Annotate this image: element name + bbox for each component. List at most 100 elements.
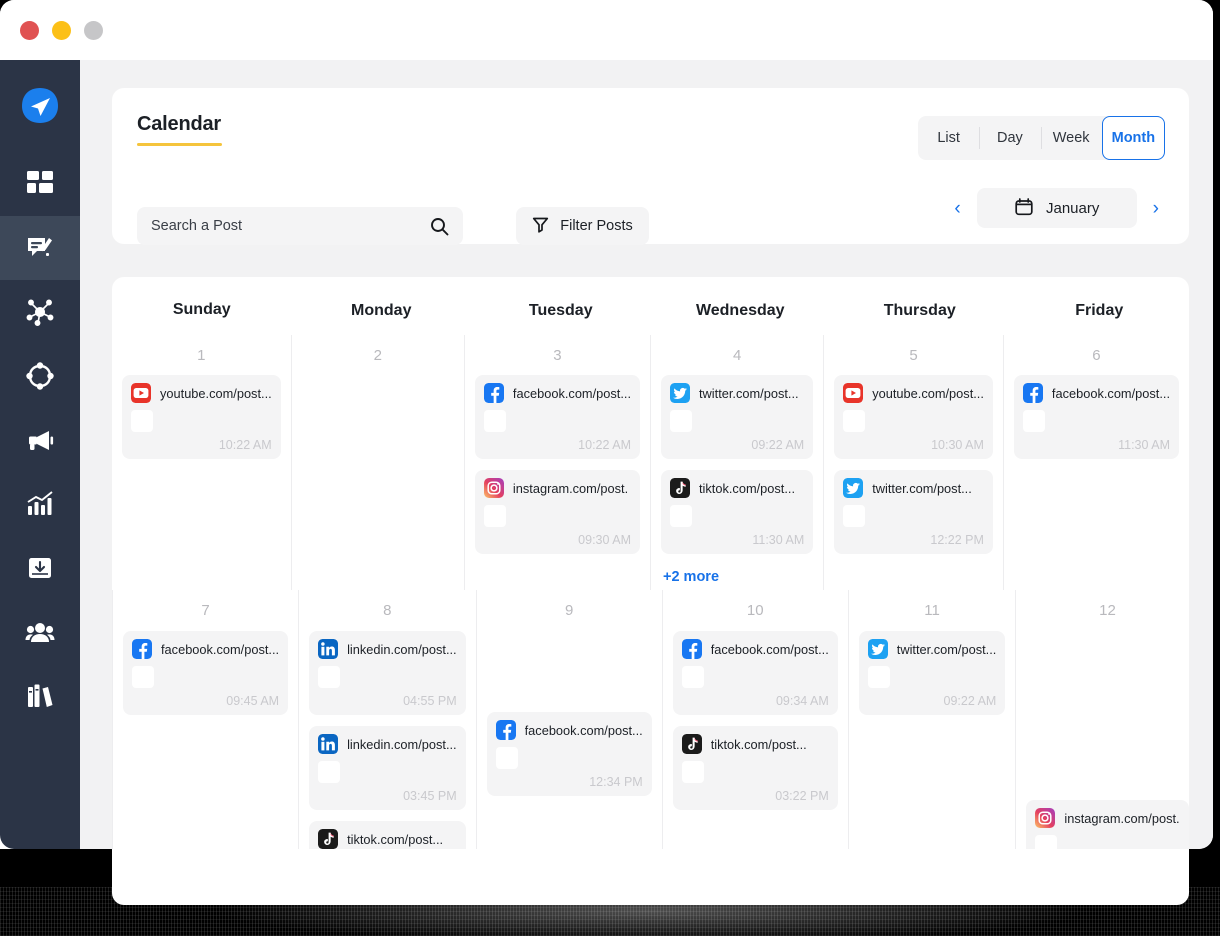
post-thumbnail: [1023, 410, 1045, 432]
minimize-window-button[interactable]: [52, 21, 71, 40]
linkedin-icon: [318, 639, 338, 659]
post-card[interactable]: facebook.com/post...09:45 AM: [123, 631, 288, 715]
sidebar-item-library[interactable]: [0, 664, 80, 728]
post-card-body: [132, 666, 279, 688]
sidebar-item-posts[interactable]: [0, 216, 80, 280]
filter-funnel-icon: [532, 216, 549, 236]
post-url: youtube.com/post...: [160, 386, 272, 401]
show-more-posts-link[interactable]: +2 more: [661, 565, 719, 585]
day-number: 6: [1014, 335, 1179, 375]
maximize-window-button[interactable]: [84, 21, 103, 40]
calendar-day-cell[interactable]: 11twitter.com/post...09:22 AM: [848, 590, 1016, 849]
post-card[interactable]: instagram.com/post.09:30 AM: [1026, 800, 1188, 849]
post-card-body: [682, 666, 829, 688]
post-thumbnail: [1035, 835, 1057, 849]
post-card-header: tiktok.com/post...: [682, 734, 829, 754]
post-text-placeholder: [515, 410, 631, 432]
post-time: 03:22 PM: [682, 789, 829, 803]
post-card[interactable]: linkedin.com/post...04:55 PM: [309, 631, 466, 715]
post-url: twitter.com/post...: [699, 386, 799, 401]
next-month-button[interactable]: ›: [1147, 195, 1165, 222]
post-card[interactable]: twitter.com/post... 12:22 PM: [834, 470, 993, 554]
sidebar-item-analytics[interactable]: [0, 472, 80, 536]
search-box[interactable]: [137, 207, 463, 245]
view-switch: List Day Week Month: [918, 116, 1165, 160]
sidebar-item-integrations[interactable]: [0, 344, 80, 408]
sidebar-item-dashboard[interactable]: [0, 152, 80, 216]
post-card[interactable]: youtube.com/post...10:30 AM: [834, 375, 993, 459]
calendar-day-cell[interactable]: 12instagram.com/post.09:30 AM: [1015, 590, 1189, 849]
calendar-day-cell[interactable]: 10facebook.com/post...09:34 AM tiktok.com…: [662, 590, 848, 849]
post-url: facebook.com/post...: [513, 386, 631, 401]
sidebar-item-inbox[interactable]: [0, 536, 80, 600]
instagram-icon: [484, 478, 504, 498]
page-title: Calendar: [137, 113, 222, 136]
post-thumbnail: [843, 410, 865, 432]
calendar-day-cell[interactable]: 3facebook.com/post...10:22 AMinstagram.c…: [464, 335, 650, 590]
youtube-icon: [843, 383, 863, 403]
calendar-day-cell[interactable]: 4twitter.com/post...09:22 AMtiktok.com/p…: [650, 335, 823, 590]
post-card[interactable]: youtube.com/post...10:22 AM: [122, 375, 281, 459]
post-card[interactable]: facebook.com/post...09:34 AM: [673, 631, 838, 715]
post-thumbnail: [843, 505, 865, 527]
sidebar-item-team[interactable]: [0, 600, 80, 664]
post-url: facebook.com/post...: [161, 642, 279, 657]
post-card[interactable]: instagram.com/post.09:30 AM: [475, 470, 640, 554]
filter-posts-button[interactable]: Filter Posts: [516, 207, 649, 245]
post-card[interactable]: twitter.com/post...09:22 AM: [859, 631, 1006, 715]
post-text-placeholder: [701, 505, 804, 527]
sidebar-item-campaigns[interactable]: [0, 408, 80, 472]
weekday-monday: Monday: [292, 277, 472, 335]
day-number: 9: [487, 590, 652, 631]
calendar-day-cell[interactable]: 9 facebook.com/post...12:34 PM: [476, 590, 662, 849]
twitter-icon: [843, 478, 863, 498]
view-button-month[interactable]: Month: [1102, 116, 1165, 160]
post-url: instagram.com/post.: [1064, 811, 1179, 826]
post-card[interactable]: linkedin.com/post... 03:45 PM: [309, 726, 466, 810]
search-input[interactable]: [137, 218, 430, 234]
post-url: instagram.com/post.: [513, 481, 628, 496]
close-window-button[interactable]: [20, 21, 39, 40]
post-card-body: [318, 761, 457, 783]
post-card[interactable]: twitter.com/post...09:22 AM: [661, 375, 813, 459]
sidebar-item-network[interactable]: [0, 280, 80, 344]
post-card[interactable]: facebook.com/post...12:34 PM: [487, 712, 652, 796]
post-card[interactable]: facebook.com/post...10:22 AM: [475, 375, 640, 459]
post-card-body: [670, 505, 804, 527]
calendar-day-cell[interactable]: 2: [291, 335, 464, 590]
view-button-day[interactable]: Day: [979, 116, 1040, 160]
view-button-list[interactable]: List: [918, 116, 979, 160]
post-url: linkedin.com/post...: [347, 737, 457, 752]
post-card-header: twitter.com/post...: [843, 478, 984, 498]
search-icon[interactable]: [430, 217, 449, 236]
layout-spacer: [487, 631, 652, 712]
post-card[interactable]: tiktok.com/post...11:30 AM: [661, 470, 813, 554]
month-picker-button[interactable]: January: [977, 188, 1137, 228]
calendar-day-cell[interactable]: 7facebook.com/post...09:45 AM: [112, 590, 298, 849]
previous-month-button[interactable]: ‹: [948, 195, 966, 222]
calendar-day-cell[interactable]: 5youtube.com/post...10:30 AMtwitter.com/…: [823, 335, 1003, 590]
view-button-week[interactable]: Week: [1041, 116, 1102, 160]
facebook-icon: [1023, 383, 1043, 403]
day-number: 10: [673, 590, 838, 631]
post-time: 03:45 PM: [318, 789, 457, 803]
weekday-wednesday: Wednesday: [651, 277, 831, 335]
filter-posts-label: Filter Posts: [560, 218, 633, 234]
instagram-icon: [1035, 808, 1055, 828]
post-card[interactable]: tiktok.com/post...11:30 AM: [309, 821, 466, 849]
window-titlebar: [0, 0, 1213, 60]
post-thumbnail: [670, 410, 692, 432]
post-time: 12:22 PM: [843, 533, 984, 547]
post-card-body: [131, 410, 272, 432]
calendar-day-cell[interactable]: 6facebook.com/post...11:30 AM: [1003, 335, 1189, 590]
layout-spacer: [1026, 631, 1188, 800]
sidebar-item-logo[interactable]: [0, 60, 80, 152]
calendar-day-cell[interactable]: 1youtube.com/post...10:22 AM: [112, 335, 291, 590]
post-text-placeholder: [899, 666, 997, 688]
calendar-day-cell[interactable]: 8linkedin.com/post...04:55 PMlinkedin.co…: [298, 590, 476, 849]
post-url: tiktok.com/post...: [699, 481, 795, 496]
post-thumbnail: [132, 666, 154, 688]
post-card[interactable]: tiktok.com/post... 03:22 PM: [673, 726, 838, 810]
main-content: Calendar Filter Posts: [80, 60, 1213, 849]
post-card[interactable]: facebook.com/post...11:30 AM: [1014, 375, 1179, 459]
